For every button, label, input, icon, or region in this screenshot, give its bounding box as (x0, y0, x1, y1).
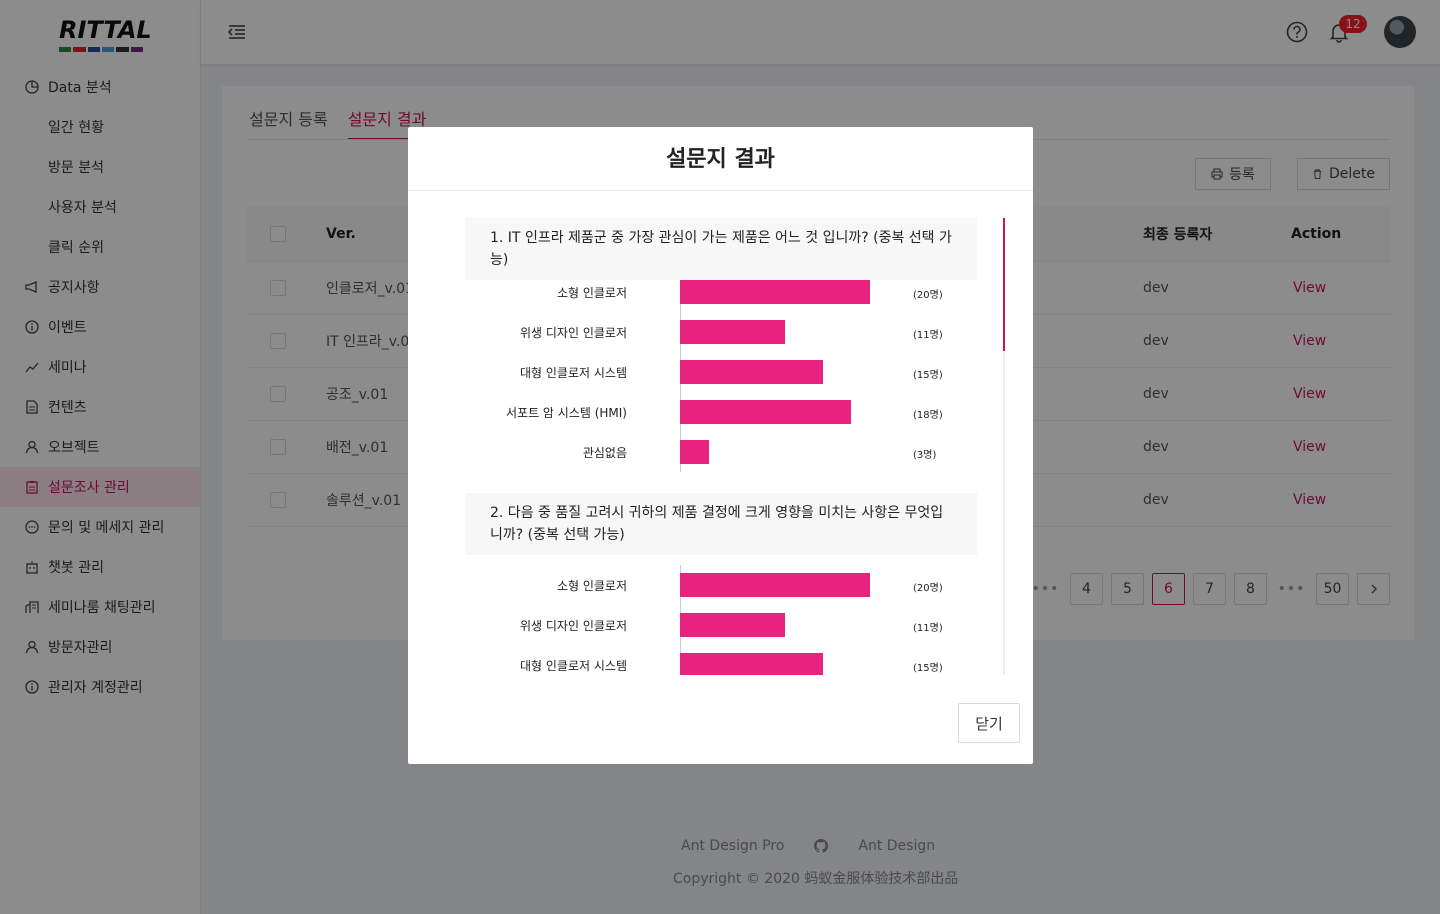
bar-label: 위생 디자인 인클로저 (520, 326, 627, 340)
bar-count: (11명) (913, 623, 943, 634)
chart-bar (680, 653, 823, 675)
close-button[interactable]: 닫기 (958, 703, 1020, 743)
bar-label: 대형 인클로저 시스템 (520, 659, 627, 673)
chart-bar (680, 360, 823, 384)
question-title: 1. IT 인프라 제품군 중 가장 관심이 가는 제품은 어느 것 입니까? … (465, 218, 977, 280)
bar-count: (11명) (913, 330, 943, 341)
bar-label: 대형 인클로저 시스템 (520, 366, 627, 380)
question-title: 2. 다음 중 품질 고려시 귀하의 제품 결정에 크게 영향을 미치는 사항은… (465, 493, 977, 555)
bar-count: (18명) (913, 410, 943, 421)
survey-result-modal: 설문지 결과 1. IT 인프라 제품군 중 가장 관심이 가는 제품은 어느 … (408, 127, 1033, 764)
bar-count: (15명) (913, 663, 943, 674)
chart-bar (680, 280, 870, 304)
chart-bar (680, 613, 785, 637)
bar-count: (20명) (913, 290, 943, 301)
chart-bar (680, 320, 785, 344)
scrollbar-thumb[interactable] (1003, 218, 1005, 351)
bar-count: (15명) (913, 370, 943, 381)
bar-count: (3명) (913, 450, 937, 461)
chart-bar (680, 400, 851, 424)
bar-label: 소형 인클로저 (556, 579, 627, 593)
chart-bar (680, 573, 870, 597)
bar-label: 소형 인클로저 (556, 286, 627, 300)
modal-title: 설문지 결과 (408, 127, 1033, 191)
modal-body[interactable]: 1. IT 인프라 제품군 중 가장 관심이 가는 제품은 어느 것 입니까? … (464, 218, 1006, 675)
bar-label: 서포트 암 시스템 (HMI) (505, 406, 627, 420)
bar-label: 관심없음 (582, 446, 627, 460)
bar-label: 위생 디자인 인클로저 (520, 619, 627, 633)
bar-count: (20명) (913, 583, 943, 594)
chart-bar (680, 440, 709, 464)
